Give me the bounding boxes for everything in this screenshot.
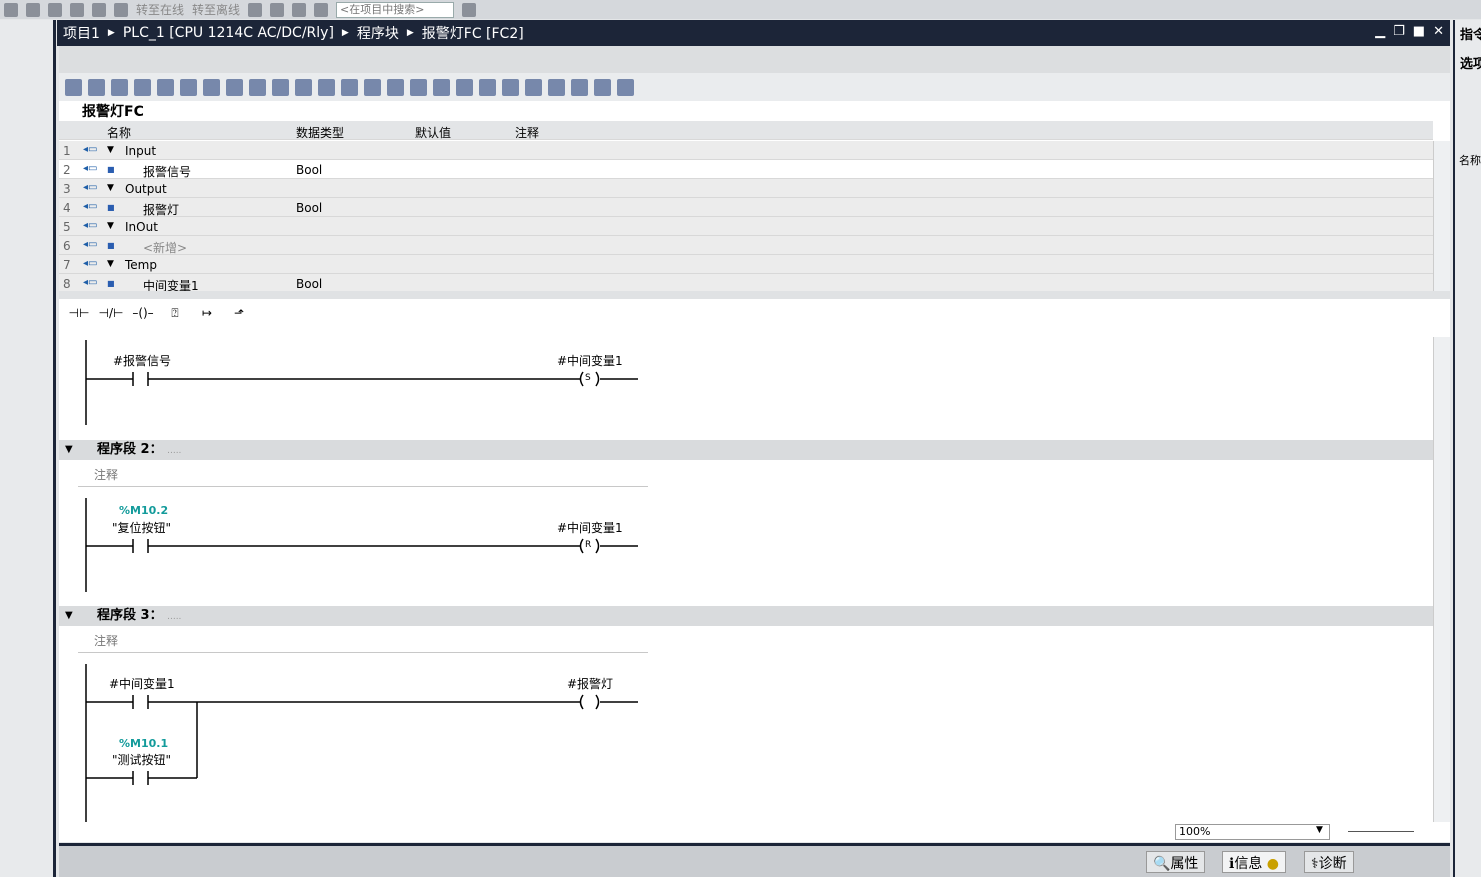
info-badge-icon: ● (1266, 856, 1279, 872)
tab-diagnostics[interactable]: ⚕诊断 (1304, 851, 1354, 873)
options-label[interactable]: 选项 (1455, 43, 1481, 72)
network-3-header[interactable]: ▼ 程序段 3： ..... (59, 606, 1433, 626)
tab-properties[interactable]: 🔍属性 (1146, 851, 1206, 873)
inspector-bar: 🔍属性 ℹ信息 ● ⚕诊断 (59, 843, 1450, 877)
tab-label: 诊断 (1318, 856, 1347, 872)
network-collapse-icon[interactable]: ▼ (65, 440, 73, 460)
network-comment[interactable]: 注释 (78, 629, 648, 653)
network-2-header[interactable]: ▼ 程序段 2： ..... (59, 440, 1433, 460)
contact-operand[interactable]: "复位按钮" (112, 519, 171, 536)
tab-label: 属性 (1170, 856, 1199, 872)
network-title-placeholder[interactable]: ..... (167, 612, 181, 622)
contact-operand[interactable]: #中间变量1 (109, 675, 175, 692)
tab-label: 信息 (1234, 856, 1263, 872)
network-title: 程序段 3： (97, 608, 163, 623)
contact-address: %M10.2 (119, 504, 169, 517)
zoom-slider[interactable] (1348, 831, 1414, 832)
zoom-select[interactable]: 100% (1175, 824, 1330, 840)
task-card-panel: 指令 选项 名称 (1453, 20, 1481, 877)
network-title-placeholder[interactable]: ..... (167, 446, 181, 456)
instructions-tab[interactable]: 指令 (1455, 20, 1481, 43)
branch-contact-address: %M10.1 (119, 737, 169, 750)
coil-operand[interactable]: #中间变量1 (557, 519, 623, 536)
coil-type: S (585, 373, 591, 383)
coil-operand[interactable]: #报警灯 (567, 675, 613, 692)
network-comment[interactable]: 注释 (78, 463, 648, 487)
ladder-diagram (85, 340, 638, 822)
coil-type: R (585, 540, 592, 550)
properties-icon: 🔍 (1153, 856, 1171, 872)
branch-contact-operand[interactable]: "测试按钮" (112, 751, 171, 768)
network-collapse-icon[interactable]: ▼ (65, 606, 73, 626)
network-title: 程序段 2： (97, 442, 163, 457)
network-2-rung (85, 498, 638, 592)
diagnostics-icon: ⚕ (1311, 856, 1319, 872)
contact-operand[interactable]: #报警信号 (113, 352, 171, 369)
chevron-down-icon[interactable]: ▼ (1316, 825, 1323, 835)
name-column: 名称 (1459, 154, 1481, 167)
coil-operand[interactable]: #中间变量1 (557, 352, 623, 369)
tab-info[interactable]: ℹ信息 ● (1222, 851, 1286, 873)
